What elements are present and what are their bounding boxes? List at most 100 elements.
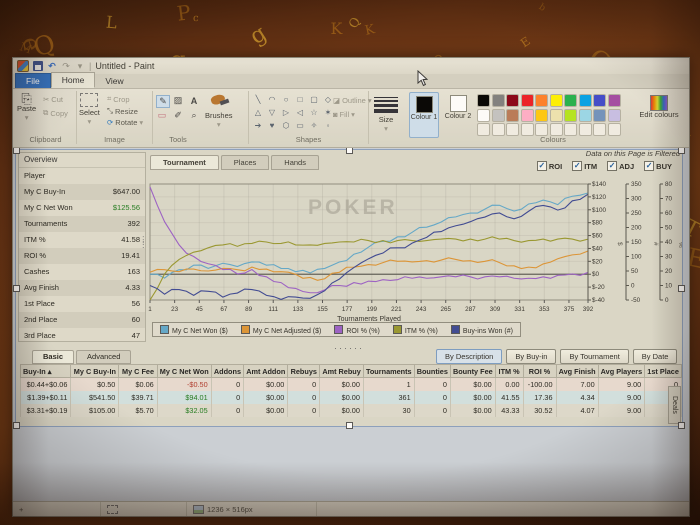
- group-button-by-date[interactable]: By Date: [632, 349, 678, 364]
- filter-adj[interactable]: ✓ ADJ: [607, 161, 634, 171]
- palette-swatch-4[interactable]: [535, 94, 548, 107]
- tab-file[interactable]: File: [15, 73, 51, 88]
- shape-icon-4[interactable]: ▢: [308, 94, 320, 104]
- palette-swatch-18[interactable]: [593, 108, 606, 122]
- checkbox-checked-icon[interactable]: ✓: [644, 161, 655, 171]
- palette-swatch-7[interactable]: [578, 94, 592, 107]
- fill-button[interactable]: ◙ Fill ▾: [333, 110, 372, 119]
- group-button-by-buy-in[interactable]: By Buy-in: [506, 349, 557, 364]
- eraser-tool-icon[interactable]: ▭: [156, 110, 168, 121]
- column-header-buy-in[interactable]: Buy-In ▴: [19, 364, 72, 378]
- paste-button[interactable]: ⎘ Paste ▾: [17, 91, 36, 123]
- palette-swatch-0[interactable]: [477, 94, 490, 107]
- palette-swatch-9[interactable]: [607, 94, 621, 107]
- view-tab-hands[interactable]: Hands: [271, 155, 319, 170]
- shape-icon-15[interactable]: ▭: [294, 120, 306, 130]
- column-header-tournaments[interactable]: Tournaments: [362, 364, 415, 378]
- shape-icon-8[interactable]: ▷: [280, 107, 292, 117]
- palette-swatch-14[interactable]: [535, 108, 548, 122]
- group-button-by-description[interactable]: By Description: [436, 349, 503, 364]
- column-header-avg-finish[interactable]: Avg Finish: [555, 364, 599, 378]
- shape-icon-12[interactable]: ➔: [252, 120, 264, 130]
- table-tab-advanced[interactable]: Advanced: [76, 350, 132, 364]
- resize-button[interactable]: ⤡ Resize: [107, 106, 143, 116]
- outline-button[interactable]: ◪ Outline ▾: [333, 96, 372, 105]
- selection-handle[interactable]: [13, 148, 20, 154]
- shape-icon-6[interactable]: △: [252, 107, 264, 117]
- shape-icon-3[interactable]: □: [294, 94, 306, 104]
- shape-icon-10[interactable]: ☆: [308, 107, 320, 117]
- table-tab-basic[interactable]: Basic: [32, 350, 75, 364]
- shape-icon-0[interactable]: ╲: [252, 94, 264, 104]
- column-header-my-c-net-won[interactable]: My C Net Won: [156, 364, 212, 378]
- column-header-my-c-fee[interactable]: My C Fee: [118, 364, 158, 378]
- selection-handle[interactable]: [678, 148, 685, 154]
- palette-swatch-16[interactable]: [564, 108, 577, 122]
- column-header-bounties[interactable]: Bounties: [413, 364, 451, 378]
- paint-canvas[interactable]: Data on this Page is Filtered Overview P…: [13, 148, 689, 502]
- checkbox-checked-icon[interactable]: ✓: [607, 161, 618, 171]
- palette-swatch-8[interactable]: [593, 94, 606, 107]
- colour1-button[interactable]: Colour 1: [409, 92, 439, 138]
- column-header-roi-[interactable]: ROI %: [522, 364, 557, 378]
- palette-swatch-19[interactable]: [607, 108, 621, 122]
- fill-tool-icon[interactable]: ▨: [172, 95, 184, 106]
- palette-swatch-5[interactable]: [549, 94, 563, 107]
- table-row[interactable]: $1.39+$0.11 $541.50 $39.71 $94.01 0 $0.00 0 $0.…: [19, 391, 682, 404]
- colour2-button[interactable]: Colour 2: [443, 92, 473, 138]
- shape-icon-2[interactable]: ○: [280, 94, 292, 104]
- palette-swatch-10[interactable]: [477, 108, 490, 122]
- column-header-itm-[interactable]: ITM %: [494, 364, 524, 378]
- filter-roi[interactable]: ✓ ROI: [536, 161, 562, 171]
- save-icon[interactable]: [33, 61, 43, 71]
- palette-swatch-2[interactable]: [506, 94, 519, 107]
- table-row[interactable]: $3.31+$0.19 $105.00 $5.70 $32.05 0 $0.00 0 $0.0…: [19, 404, 682, 417]
- color-picker-tool-icon[interactable]: ✐: [172, 110, 184, 121]
- table-row[interactable]: $0.44+$0.06 $0.50 $0.06 -$0.50 0 $0.00 0 $0.00 1…: [19, 377, 682, 391]
- selection-handle[interactable]: [13, 285, 20, 292]
- view-tab-tournament[interactable]: Tournament: [150, 155, 219, 170]
- palette-swatch-17[interactable]: [578, 108, 592, 122]
- palette-swatch-12[interactable]: [506, 108, 519, 122]
- palette-swatch-15[interactable]: [549, 108, 563, 122]
- column-header-my-c-buy-in[interactable]: My C Buy-In: [70, 364, 120, 378]
- size-button[interactable]: Size ▾: [374, 95, 398, 133]
- selection-handle[interactable]: [678, 285, 685, 292]
- column-header-avg-players[interactable]: Avg Players: [597, 364, 646, 378]
- filter-buy[interactable]: ✓ BUY: [644, 161, 672, 171]
- select-button[interactable]: Select ▾: [79, 93, 100, 126]
- pencil-tool-icon[interactable]: ✎: [156, 95, 170, 108]
- selection-handle[interactable]: [346, 148, 353, 154]
- column-header-bounty-fee[interactable]: Bounty Fee: [449, 364, 496, 378]
- filter-itm[interactable]: ✓ ITM: [572, 161, 597, 171]
- magnifier-tool-icon[interactable]: ⌕: [188, 110, 200, 121]
- palette-swatch-13[interactable]: [520, 108, 534, 122]
- shape-icon-17[interactable]: ◦: [322, 120, 334, 130]
- checkbox-checked-icon[interactable]: ✓: [536, 161, 547, 171]
- view-tab-places[interactable]: Places: [220, 155, 270, 170]
- brushes-button[interactable]: Brushes ▾: [205, 93, 233, 129]
- shape-icon-7[interactable]: ▽: [266, 107, 278, 117]
- undo-icon[interactable]: ↶: [47, 61, 57, 71]
- selection-handle[interactable]: [13, 422, 20, 429]
- customize-toolbar-chevron-icon[interactable]: ▾: [75, 61, 85, 71]
- shape-icon-16[interactable]: ✧: [308, 120, 320, 130]
- text-tool-icon[interactable]: A: [188, 95, 200, 106]
- palette-swatch-3[interactable]: [520, 94, 534, 107]
- shape-icon-14[interactable]: ⬡: [280, 120, 292, 130]
- selection-handle[interactable]: [678, 422, 685, 429]
- column-header-amt-addon[interactable]: Amt Addon: [243, 364, 289, 378]
- shape-icon-13[interactable]: ♥: [266, 120, 278, 130]
- palette-swatch-6[interactable]: [564, 94, 577, 107]
- rotate-button[interactable]: ⟳ Rotate ▾: [107, 118, 143, 127]
- tab-home[interactable]: Home: [50, 72, 96, 88]
- column-header-addons[interactable]: Addons: [210, 364, 245, 378]
- panel-splitter-handle[interactable]: ⁚ ⁚ ⁚: [142, 236, 145, 250]
- palette-swatch-1[interactable]: [491, 94, 505, 107]
- edit-colours-button[interactable]: Edit colours: [635, 95, 683, 120]
- checkbox-checked-icon[interactable]: ✓: [572, 161, 583, 171]
- shape-icon-1[interactable]: ◠: [266, 94, 278, 104]
- selection-handle[interactable]: [346, 422, 353, 429]
- chart-table-splitter[interactable]: ······: [334, 343, 364, 353]
- shape-icon-9[interactable]: ◁: [294, 107, 306, 117]
